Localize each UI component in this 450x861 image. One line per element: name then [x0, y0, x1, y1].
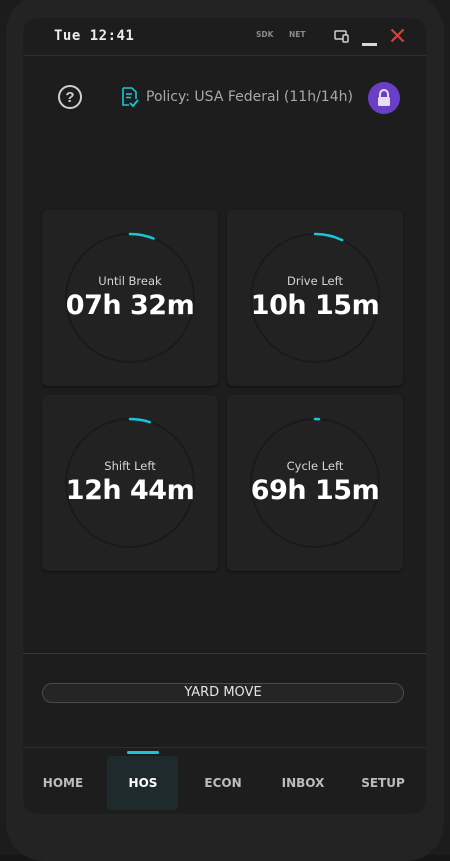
gauge-progress-arc — [315, 234, 342, 240]
timer-tile-until-break[interactable]: Until Break 07h 32m — [42, 210, 218, 386]
gauge-progress-arc — [130, 234, 154, 238]
nav-hos[interactable]: HOS — [103, 748, 183, 814]
timer-label: Shift Left — [42, 459, 218, 473]
timer-label: Until Break — [42, 274, 218, 288]
gauge-progress-arc — [130, 419, 150, 422]
clock: Tue 12:41 — [54, 28, 134, 44]
lock-icon — [368, 82, 400, 114]
timer-value: 12h 44m — [42, 475, 218, 506]
app-screen: Tue 12:41 SDK NET ? — [23, 18, 426, 814]
timer-tile-cycle-left[interactable]: Cycle Left 69h 15m — [227, 395, 403, 571]
yard-move-button[interactable]: YARD MOVE — [42, 683, 404, 703]
help-circle-icon[interactable]: ? — [58, 85, 82, 109]
net-status: NET — [289, 30, 306, 39]
nav-econ[interactable]: ECON — [183, 748, 263, 814]
divider — [23, 653, 426, 654]
timer-label: Cycle Left — [227, 459, 403, 473]
timer-tile-drive-left[interactable]: Drive Left 10h 15m — [227, 210, 403, 386]
close-icon[interactable] — [390, 28, 405, 48]
timer-value: 07h 32m — [42, 290, 218, 321]
minimize-icon[interactable] — [362, 34, 377, 52]
bottom-nav: HOME HOS ECON INBOX SETUP — [23, 747, 426, 814]
timer-label: Drive Left — [227, 274, 403, 288]
nav-setup[interactable]: SETUP — [343, 748, 423, 814]
status-bar: Tue 12:41 SDK NET — [23, 18, 426, 56]
nav-inbox[interactable]: INBOX — [263, 748, 343, 814]
timer-value: 69h 15m — [227, 475, 403, 506]
nav-home[interactable]: HOME — [23, 748, 103, 814]
timer-tile-shift-left[interactable]: Shift Left 12h 44m — [42, 395, 218, 571]
lock-button[interactable] — [368, 82, 400, 114]
document-check-icon — [120, 86, 140, 113]
devices-icon[interactable] — [334, 29, 350, 48]
sdk-status: SDK — [256, 30, 273, 39]
timer-value: 10h 15m — [227, 290, 403, 321]
policy-row: ? Policy: USA Federal (11h/14h) — [23, 80, 426, 120]
policy-label: Policy: USA Federal (11h/14h) — [146, 89, 353, 105]
